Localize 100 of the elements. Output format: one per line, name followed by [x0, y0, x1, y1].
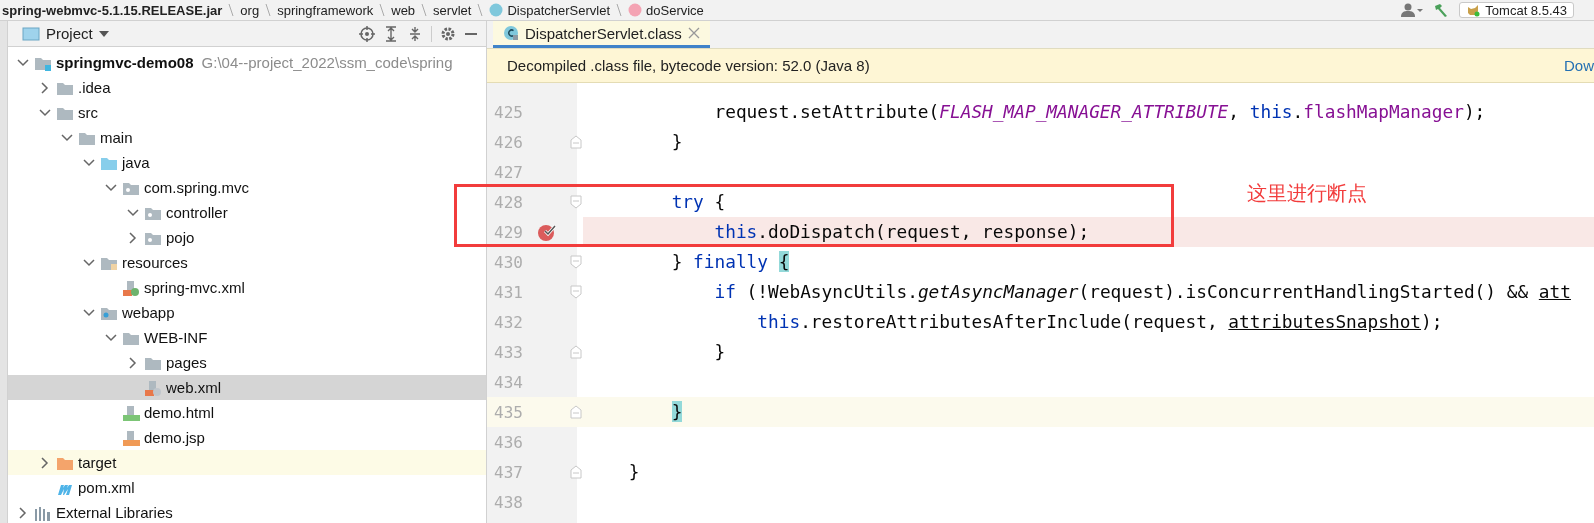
tree-item[interactable]: webapp	[8, 300, 486, 325]
code-line: } finally {	[670, 250, 790, 274]
fold-marker-icon[interactable]	[570, 255, 582, 269]
breadcrumb-link[interactable]: DispatcherServlet	[507, 2, 610, 18]
code-line: request.setAttribute(FLASH_MAP_MANAGER_ATTRIBUTE, this.flashMapManager);	[713, 100, 1486, 124]
tree-item[interactable]: java	[8, 150, 486, 175]
line-number: 435	[493, 402, 523, 422]
chevron-right-icon[interactable]	[129, 231, 137, 244]
chevron-down-icon[interactable]	[83, 158, 95, 167]
chevron-separator-icon	[477, 3, 484, 17]
tree-item[interactable]: .idea	[8, 75, 486, 100]
tree-item[interactable]: target	[8, 450, 486, 475]
chevron-down-icon[interactable]	[39, 108, 51, 117]
tree-item[interactable]: springmvc-demo08 G:\04--project_2022\ssm_code\spring	[8, 50, 486, 75]
breadcrumb-link[interactable]: web	[391, 2, 416, 18]
chevron-separator-icon	[379, 3, 386, 17]
line-number: 430	[493, 252, 523, 272]
line-number: 428	[493, 192, 523, 212]
tree-item[interactable]: External Libraries	[8, 500, 486, 523]
tree-item[interactable]: pages	[8, 350, 486, 375]
line-number: 431	[493, 282, 523, 302]
chevron-right-icon[interactable]	[41, 456, 49, 469]
settings-icon[interactable]	[440, 25, 456, 42]
tree-item[interactable]: demo.html	[8, 400, 486, 425]
project-view-dropdown[interactable]: Project	[18, 25, 113, 42]
tree-item[interactable]: main	[8, 125, 486, 150]
code-line: if (!WebAsyncUtils.getAsyncManager(request).isConcurrentHandlingStarted() && att	[713, 280, 1571, 304]
tree-item[interactable]: WEB-INF	[8, 325, 486, 350]
code-line: this.doDispatch(request, response);	[713, 220, 1090, 244]
window-icon	[22, 26, 40, 41]
line-number: 432	[493, 312, 523, 332]
line-number: 437	[493, 462, 523, 482]
chevron-right-icon[interactable]	[19, 506, 27, 519]
tree-item[interactable]: controller	[8, 200, 486, 225]
line-number: 434	[493, 372, 523, 392]
class-icon	[489, 3, 504, 17]
close-icon[interactable]	[687, 27, 700, 39]
download-sources-link[interactable]: Dow	[1564, 57, 1594, 74]
code-line: this.restoreAttributesAfterInclude(request, attributesSnapshot);	[756, 310, 1443, 334]
fold-marker-icon[interactable]	[570, 135, 582, 149]
html-file-icon	[122, 404, 140, 421]
xml-file-icon	[144, 379, 162, 396]
user-icon[interactable]	[1401, 3, 1424, 17]
line-number: 426	[493, 132, 523, 152]
run-configuration-dropdown[interactable]: Tomcat 8.5.43	[1459, 2, 1574, 18]
chevron-separator-icon	[616, 3, 622, 17]
caret-icon	[98, 30, 109, 37]
tree-item[interactable]: spring-mvc.xml	[8, 275, 486, 300]
fold-marker-icon[interactable]	[570, 285, 582, 299]
annotation-text: 这里进行断点	[1247, 180, 1367, 207]
line-number: 425	[493, 102, 523, 122]
tree-item[interactable]: resources	[8, 250, 486, 275]
method-icon	[628, 3, 642, 17]
code-line: }	[713, 340, 726, 364]
line-number: 427	[493, 162, 523, 182]
chevron-separator-icon	[228, 3, 235, 17]
chevron-down-icon[interactable]	[105, 333, 117, 342]
expand-all-icon[interactable]	[383, 25, 399, 42]
breakpoint-icon[interactable]	[537, 222, 557, 242]
chevron-down-icon[interactable]	[83, 258, 95, 267]
line-number: 436	[493, 432, 523, 452]
tree-item[interactable]: pom.xml	[8, 475, 486, 500]
fold-marker-icon[interactable]	[570, 345, 582, 359]
tree-item[interactable]: src	[8, 100, 486, 125]
editor-tab[interactable]: DispatcherServlet.class	[493, 21, 710, 48]
chevron-down-icon[interactable]	[127, 208, 139, 217]
line-number: 438	[493, 492, 523, 512]
code-line: }	[670, 130, 683, 154]
line-number: 429	[493, 222, 523, 242]
chevron-right-icon[interactable]	[129, 356, 137, 369]
chevron-down-icon[interactable]	[61, 133, 73, 142]
xml-file-icon	[122, 279, 140, 296]
tree-item[interactable]: web.xml	[8, 375, 486, 400]
locate-icon[interactable]	[359, 25, 375, 42]
chevron-separator-icon	[421, 3, 428, 17]
tree-item[interactable]: demo.jsp	[8, 425, 486, 450]
decompiled-notice: Decompiled .class file, bytecode version: 52.0 (Java 8)	[507, 57, 870, 74]
breadcrumb-link[interactable]: servlet	[433, 2, 472, 18]
chevron-down-icon[interactable]	[83, 308, 95, 317]
chevron-down-icon[interactable]	[17, 58, 29, 67]
class-icon	[503, 25, 519, 41]
line-number: 433	[493, 342, 523, 362]
chevron-right-icon[interactable]	[41, 81, 49, 94]
collapse-all-icon[interactable]	[407, 25, 423, 42]
breadcrumb-link[interactable]: org	[240, 2, 260, 18]
breadcrumb-link[interactable]: spring-webmvc-5.1.15.RELEASE.jar	[2, 2, 223, 18]
jsp-file-icon	[122, 429, 140, 446]
breadcrumb-link[interactable]: doService	[646, 2, 704, 18]
code-line: }	[627, 460, 640, 484]
fold-marker-icon[interactable]	[570, 405, 582, 419]
chevron-down-icon[interactable]	[105, 183, 117, 192]
tree-item[interactable]: pojo	[8, 225, 486, 250]
breadcrumb-link[interactable]: springframework	[277, 2, 374, 18]
libraries-icon	[34, 504, 52, 521]
tree-item[interactable]: com.spring.mvc	[8, 175, 486, 200]
hammer-icon[interactable]	[1433, 3, 1450, 17]
fold-marker-icon[interactable]	[570, 465, 582, 479]
code-line: try {	[670, 190, 726, 214]
fold-marker-icon[interactable]	[570, 195, 582, 209]
chevron-separator-icon	[265, 3, 272, 17]
